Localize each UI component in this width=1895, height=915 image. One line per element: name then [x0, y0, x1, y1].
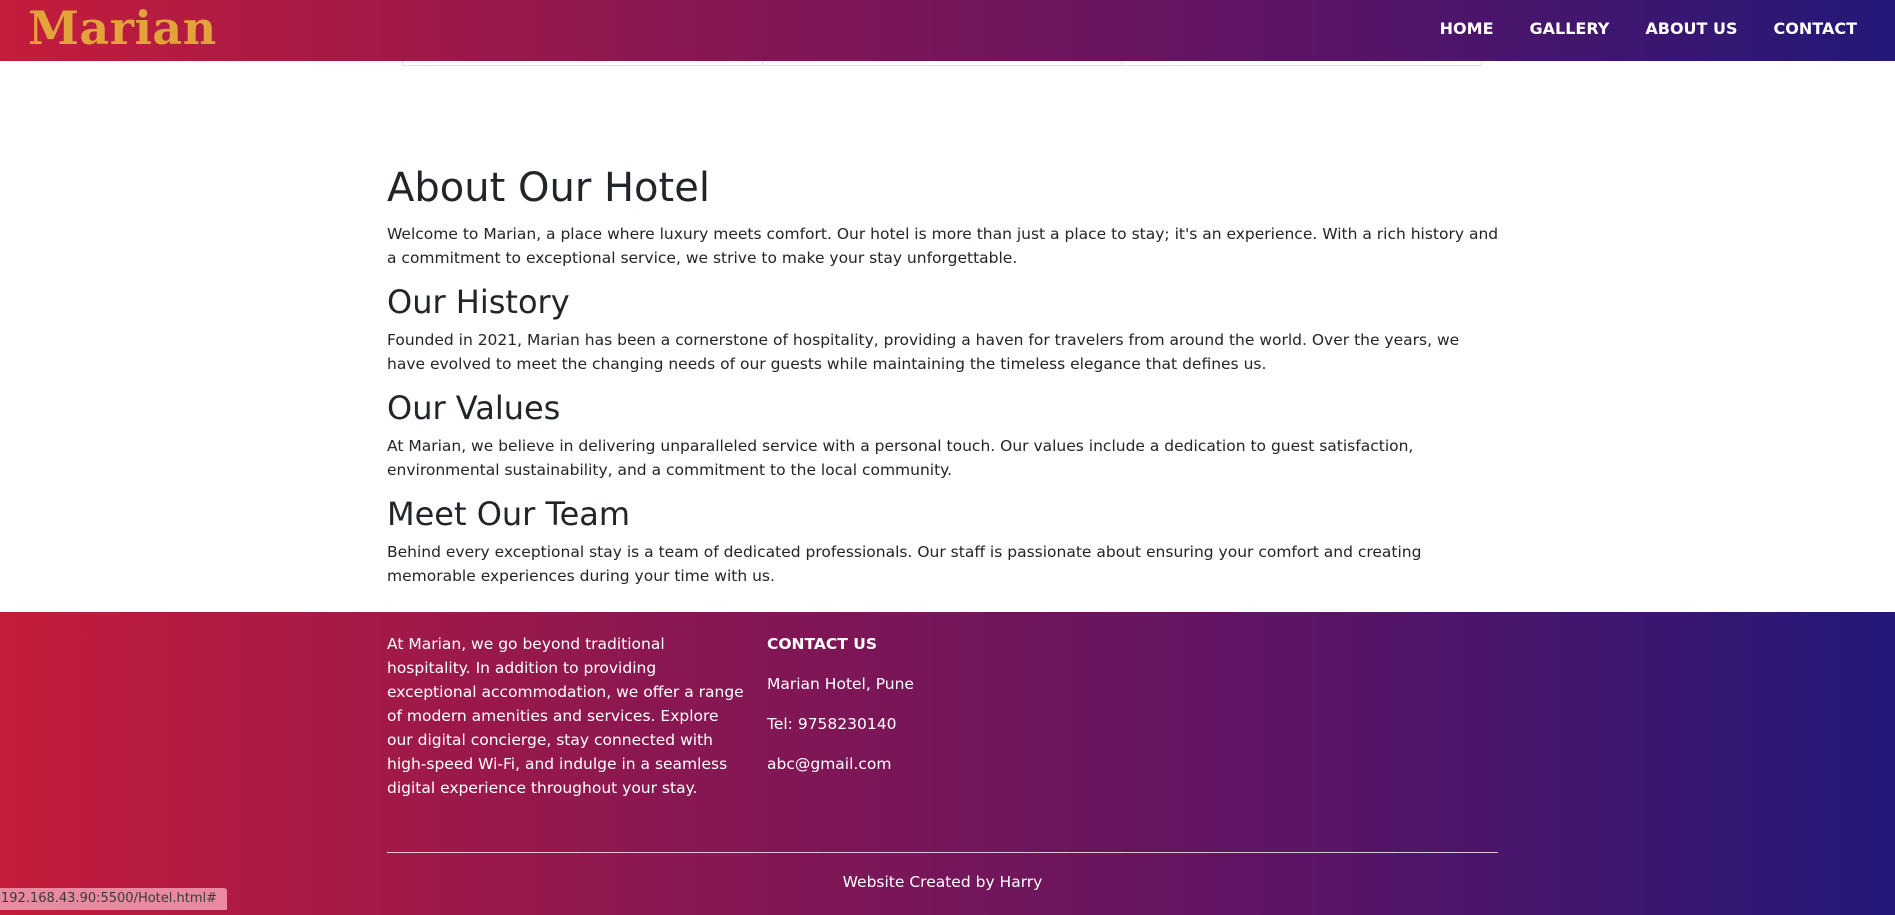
- history-text: Founded in 2021, Marian has been a corne…: [387, 331, 1460, 373]
- values-text: At Marian, we believe in delivering unpa…: [387, 437, 1414, 479]
- footer: At Marian, we go beyond traditional hosp…: [0, 612, 1895, 915]
- contact-address: Marian Hotel, Pune: [767, 675, 914, 693]
- history-heading: Our History: [387, 283, 570, 321]
- about-section: About Our Hotel Welcome to Marian, a pla…: [387, 160, 1502, 588]
- nav-link-gallery[interactable]: GALLERY: [1530, 19, 1610, 38]
- footer-about-text: At Marian, we go beyond traditional hosp…: [387, 635, 744, 797]
- brand-logo[interactable]: Marian: [28, 2, 217, 54]
- footer-divider: [387, 852, 1498, 853]
- navbar: Marian HOME GALLERY ABOUT US CONTACT: [0, 0, 1895, 61]
- nav-links: HOME GALLERY ABOUT US CONTACT: [1440, 0, 1857, 56]
- contact-heading: CONTACT US: [767, 635, 877, 653]
- footer-contact: CONTACT US Marian Hotel, Pune Tel: 97582…: [767, 632, 1067, 776]
- nav-link-home[interactable]: HOME: [1440, 19, 1494, 38]
- about-intro: Welcome to Marian, a place where luxury …: [387, 225, 1499, 267]
- footer-credit: Website Created by Harry: [842, 873, 1043, 891]
- nav-link-contact[interactable]: CONTACT: [1774, 19, 1857, 38]
- values-heading: Our Values: [387, 389, 561, 427]
- nav-link-about-us[interactable]: ABOUT US: [1645, 19, 1737, 38]
- browser-status-url: 192.168.43.90:5500/Hotel.html#: [0, 888, 228, 910]
- team-text: Behind every exceptional stay is a team …: [387, 543, 1422, 585]
- contact-phone: Tel: 9758230140: [767, 715, 897, 733]
- team-heading: Meet Our Team: [387, 495, 631, 533]
- contact-email: abc@gmail.com: [767, 755, 892, 773]
- about-title: About Our Hotel: [387, 165, 710, 211]
